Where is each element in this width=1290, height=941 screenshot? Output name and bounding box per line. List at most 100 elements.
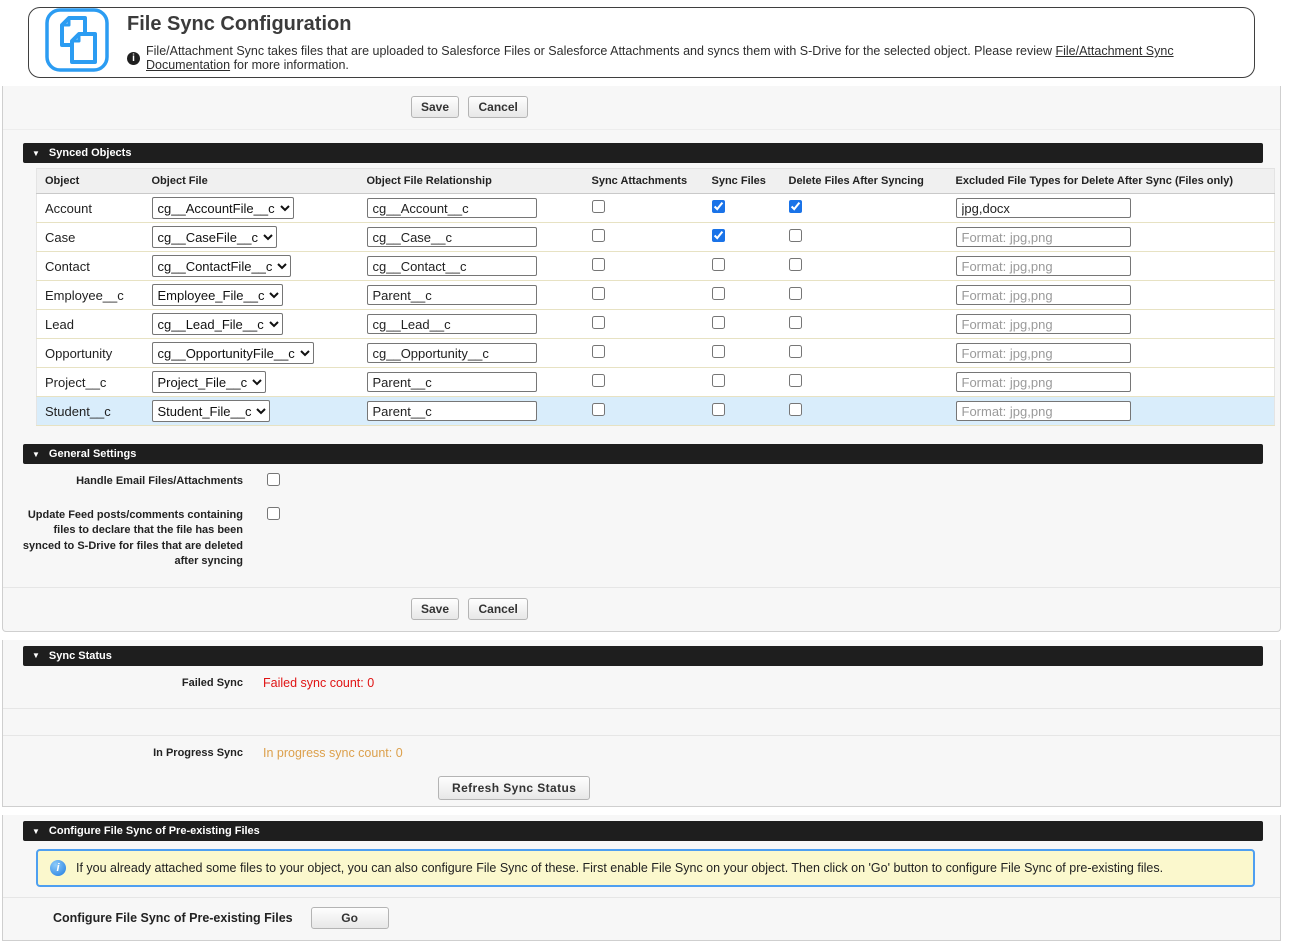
object-name: Student__c xyxy=(37,397,144,426)
table-row-student: Student__c Student_File__c xyxy=(37,397,1275,426)
info-icon: i xyxy=(127,52,140,65)
cancel-button[interactable]: Cancel xyxy=(468,598,527,620)
sync-files-checkbox[interactable] xyxy=(712,374,725,387)
sync-status-section-header[interactable]: ▼ Sync Status xyxy=(23,646,1263,666)
object-file-select[interactable]: cg__CaseFile__c xyxy=(152,226,277,248)
delete-files-checkbox[interactable] xyxy=(789,229,802,242)
col-object: Object xyxy=(37,169,144,194)
object-file-relationship-input[interactable] xyxy=(367,372,537,392)
excluded-file-types-input[interactable] xyxy=(956,372,1131,392)
excluded-file-types-input[interactable] xyxy=(956,401,1131,421)
object-file-select[interactable]: Student_File__c xyxy=(152,400,270,422)
object-file-relationship-input[interactable] xyxy=(367,285,537,305)
go-row: Configure File Sync of Pre-existing File… xyxy=(3,898,1280,940)
page-title: File Sync Configuration xyxy=(127,13,1238,36)
object-name: Contact xyxy=(37,252,144,281)
sync-files-checkbox[interactable] xyxy=(712,403,725,416)
object-file-select[interactable]: Project_File__c xyxy=(152,371,266,393)
cancel-button[interactable]: Cancel xyxy=(468,96,527,118)
table-row-employee: Employee__c Employee_File__c xyxy=(37,281,1275,310)
sync-attachments-checkbox[interactable] xyxy=(592,403,605,416)
refresh-button-row: Refresh Sync Status xyxy=(3,768,1280,806)
object-file-relationship-input[interactable] xyxy=(367,227,537,247)
object-file-relationship-input[interactable] xyxy=(367,401,537,421)
handle-email-label: Handle Email Files/Attachments xyxy=(13,473,243,489)
object-name: Opportunity xyxy=(37,339,144,368)
col-delete-files: Delete Files After Syncing xyxy=(781,169,948,194)
table-row-lead: Lead cg__Lead_File__c xyxy=(37,310,1275,339)
sync-files-checkbox[interactable] xyxy=(712,316,725,329)
sync-attachments-checkbox[interactable] xyxy=(592,287,605,300)
object-file-select[interactable]: cg__AccountFile__c xyxy=(152,197,294,219)
synced-objects-section-header[interactable]: ▼ Synced Objects xyxy=(23,143,1263,163)
collapse-triangle-icon: ▼ xyxy=(32,651,40,660)
preexisting-panel: ▼ Configure File Sync of Pre-existing Fi… xyxy=(2,815,1281,941)
col-excluded-file-types: Excluded File Types for Delete After Syn… xyxy=(948,169,1275,194)
delete-files-checkbox[interactable] xyxy=(789,200,802,213)
update-feed-row: Update Feed posts/comments containing fi… xyxy=(3,498,1280,577)
table-header-row: Object Object File Object File Relations… xyxy=(37,169,1275,194)
sync-attachments-checkbox[interactable] xyxy=(592,316,605,329)
delete-files-checkbox[interactable] xyxy=(789,287,802,300)
excluded-file-types-input[interactable] xyxy=(956,227,1131,247)
excluded-file-types-input[interactable] xyxy=(956,198,1131,218)
delete-files-checkbox[interactable] xyxy=(789,374,802,387)
col-object-file: Object File xyxy=(144,169,359,194)
in-progress-sync-count: In progress sync count: 0 xyxy=(263,745,403,760)
save-button[interactable]: Save xyxy=(411,96,459,118)
general-settings-section-header[interactable]: ▼ General Settings xyxy=(23,444,1263,464)
handle-email-checkbox[interactable] xyxy=(267,473,280,486)
go-button[interactable]: Go xyxy=(311,907,389,929)
object-file-relationship-input[interactable] xyxy=(367,256,537,276)
sync-files-checkbox[interactable] xyxy=(712,258,725,271)
excluded-file-types-input[interactable] xyxy=(956,314,1131,334)
refresh-sync-status-button[interactable]: Refresh Sync Status xyxy=(438,776,590,800)
excluded-file-types-input[interactable] xyxy=(956,343,1131,363)
preexisting-section-header[interactable]: ▼ Configure File Sync of Pre-existing Fi… xyxy=(23,821,1263,841)
collapse-triangle-icon: ▼ xyxy=(32,149,40,158)
object-file-select[interactable]: cg__ContactFile__c xyxy=(152,255,291,277)
sync-files-checkbox[interactable] xyxy=(712,345,725,358)
failed-sync-row: Failed Sync Failed sync count: 0 xyxy=(3,666,1280,698)
object-file-select[interactable]: cg__Lead_File__c xyxy=(152,313,283,335)
bottom-button-row: Save Cancel xyxy=(3,588,1280,631)
sync-files-checkbox[interactable] xyxy=(712,200,725,213)
update-feed-checkbox[interactable] xyxy=(267,507,280,520)
col-sync-attachments: Sync Attachments xyxy=(584,169,704,194)
col-sync-files: Sync Files xyxy=(704,169,781,194)
in-progress-sync-row: In Progress Sync In progress sync count:… xyxy=(3,736,1280,768)
object-file-select[interactable]: Employee_File__c xyxy=(152,284,283,306)
excluded-file-types-input[interactable] xyxy=(956,256,1131,276)
sync-attachments-checkbox[interactable] xyxy=(592,258,605,271)
sync-files-checkbox[interactable] xyxy=(712,229,725,242)
object-file-select[interactable]: cg__OpportunityFile__c xyxy=(152,342,314,364)
object-file-relationship-input[interactable] xyxy=(367,343,537,363)
page-header: File Sync Configuration i File/Attachmen… xyxy=(28,7,1255,78)
sync-attachments-checkbox[interactable] xyxy=(592,345,605,358)
section-title: Configure File Sync of Pre-existing File… xyxy=(49,825,260,837)
top-button-row: Save Cancel xyxy=(3,86,1280,130)
synced-objects-table: Object Object File Object File Relations… xyxy=(36,168,1275,426)
delete-files-checkbox[interactable] xyxy=(789,316,802,329)
collapse-triangle-icon: ▼ xyxy=(32,827,40,836)
section-title: General Settings xyxy=(49,448,136,460)
object-name: Account xyxy=(37,194,144,223)
delete-files-checkbox[interactable] xyxy=(789,403,802,416)
sync-files-checkbox[interactable] xyxy=(712,287,725,300)
sync-attachments-checkbox[interactable] xyxy=(592,200,605,213)
delete-files-checkbox[interactable] xyxy=(789,345,802,358)
header-info-line: i File/Attachment Sync takes files that … xyxy=(127,44,1238,72)
delete-files-checkbox[interactable] xyxy=(789,258,802,271)
preexisting-row-label: Configure File Sync of Pre-existing File… xyxy=(53,911,293,925)
object-file-relationship-input[interactable] xyxy=(367,314,537,334)
header-info-suffix: for more information. xyxy=(234,58,349,72)
files-icon xyxy=(45,8,109,77)
sync-attachments-checkbox[interactable] xyxy=(592,229,605,242)
object-file-relationship-input[interactable] xyxy=(367,198,537,218)
save-button[interactable]: Save xyxy=(411,598,459,620)
file-sync-form-panel: Save Cancel ▼ Synced Objects Object Obje… xyxy=(2,86,1281,632)
in-progress-sync-label: In Progress Sync xyxy=(13,745,243,761)
excluded-file-types-input[interactable] xyxy=(956,285,1131,305)
sync-attachments-checkbox[interactable] xyxy=(592,374,605,387)
object-name: Project__c xyxy=(37,368,144,397)
